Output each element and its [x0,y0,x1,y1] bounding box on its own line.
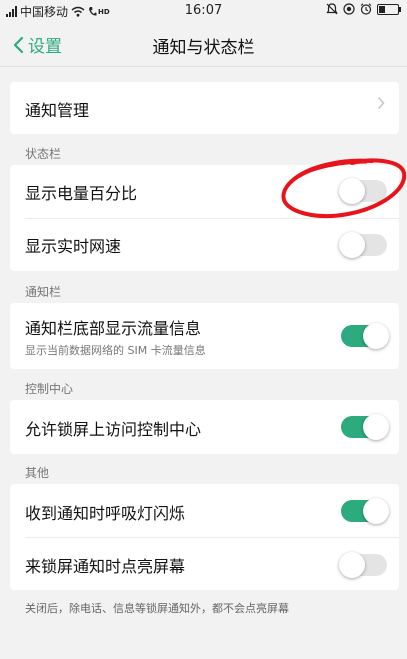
row-sublabel: 显示当前数据网络的 SIM 卡流量信息 [25,344,206,357]
location-icon [343,3,355,15]
status-right [326,3,401,15]
row-battery-percentage: 显示电量百分比 [10,165,399,218]
lockscreen-control-center-toggle[interactable] [341,414,389,440]
row-label: 允许锁屏上访问控制中心 [25,420,202,439]
section-header-status-bar: 状态栏 [25,147,62,161]
section-header-control-center: 控制中心 [25,382,74,396]
row-breathing-light: 收到通知时呼吸灯闪烁 [10,484,399,537]
row-label: 通知栏底部显示流量信息 [25,319,202,338]
control-center-card: 允许锁屏上访问控制中心 [10,400,399,454]
battery-icon [377,3,401,15]
row-label: 收到通知时呼吸灯闪烁 [25,504,186,523]
row-traffic-info: 通知栏底部显示流量信息 显示当前数据网络的 SIM 卡流量信息 [10,303,399,369]
realtime-speed-toggle[interactable] [339,232,387,258]
notification-management-label: 通知管理 [25,101,90,120]
status-bar: 中国移动 HD 16:07 [0,0,407,22]
chevron-right-icon [377,96,385,110]
row-wake-screen: 来锁屏通知时点亮屏幕 [10,537,399,590]
nav-divider [0,66,407,67]
row-realtime-speed: 显示实时网速 [10,218,399,271]
breathing-light-toggle[interactable] [341,498,389,524]
row-lockscreen-control-center: 允许锁屏上访问控制中心 [10,400,399,454]
row-label: 显示电量百分比 [25,184,138,203]
footer-note: 关闭后，除电话、信息等锁屏通知外，都不会点亮屏幕 [25,602,289,615]
status-bar-card: 显示电量百分比 显示实时网速 [10,165,399,271]
notification-bar-card: 通知栏底部显示流量信息 显示当前数据网络的 SIM 卡流量信息 [10,303,399,369]
traffic-info-toggle[interactable] [341,323,389,349]
section-header-notification-bar: 通知栏 [25,285,62,299]
nav-bar: 设置 通知与状态栏 [0,22,407,66]
section-header-other: 其他 [25,466,50,480]
wake-screen-toggle[interactable] [339,552,387,578]
page-title: 通知与状态栏 [152,38,255,58]
mute-icon [326,3,338,15]
notification-management-item[interactable]: 通知管理 [10,82,399,134]
row-label: 显示实时网速 [25,237,122,256]
alarm-icon [360,3,372,15]
other-card: 收到通知时呼吸灯闪烁 来锁屏通知时点亮屏幕 [10,484,399,590]
row-label: 来锁屏通知时点亮屏幕 [25,557,186,576]
battery-percentage-toggle[interactable] [339,178,387,204]
